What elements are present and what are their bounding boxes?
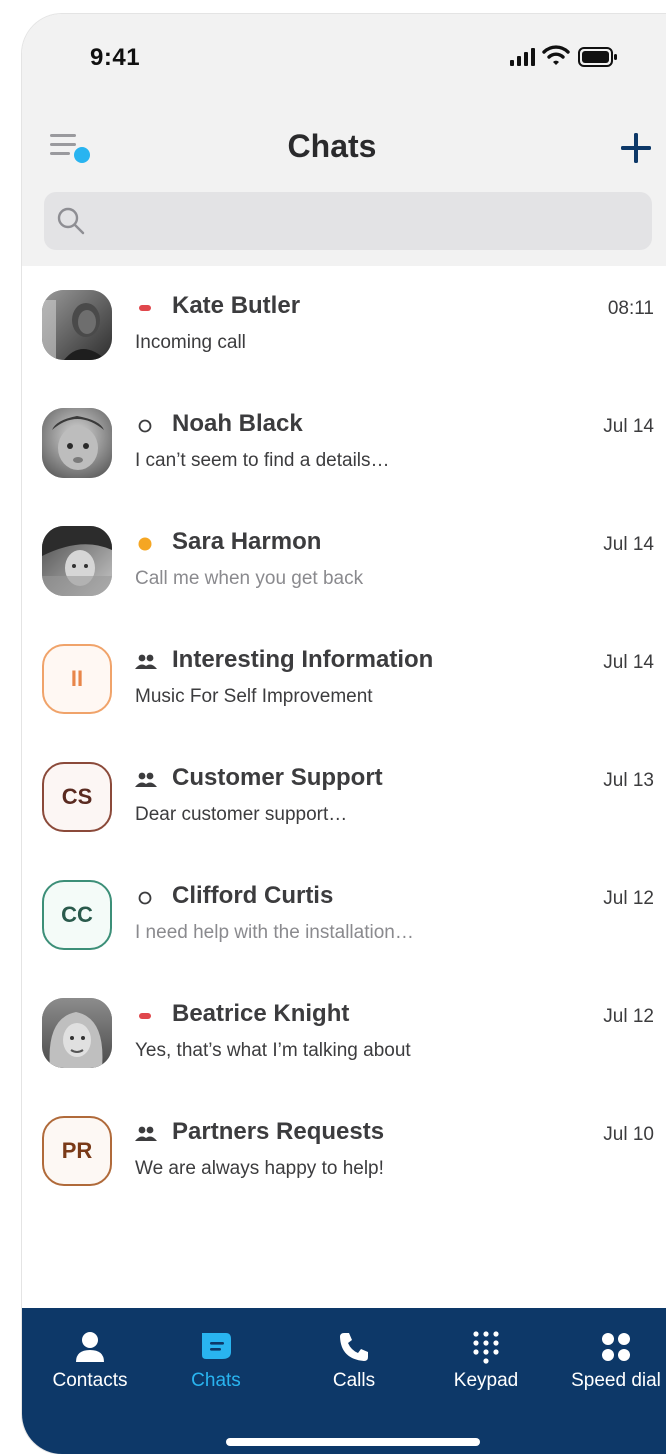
chat-time: Jul 14 xyxy=(603,416,654,437)
avatar xyxy=(42,408,112,478)
tab-bar: Contacts Chats Calls Keypad Speed dial xyxy=(22,1308,666,1454)
avatar: CS xyxy=(42,762,112,832)
chat-name: Kate Butler xyxy=(172,292,301,319)
offline-status-icon xyxy=(134,414,158,438)
offline-status-icon xyxy=(134,886,158,910)
tab-calls[interactable]: Calls xyxy=(294,1328,414,1392)
chat-row-customer-support[interactable]: CS Customer Support Dear customer suppor… xyxy=(22,738,666,856)
cellular-signal-icon xyxy=(510,48,535,66)
chat-row-sara-harmon[interactable]: Sara Harmon Call me when you get back Ju… xyxy=(22,502,666,620)
tab-label: Keypad xyxy=(453,1370,519,1391)
chat-time: Jul 14 xyxy=(603,652,654,673)
keypad-icon xyxy=(473,1331,499,1364)
chat-preview: Yes, that’s what I’m talking about xyxy=(135,1040,411,1061)
tab-label: Contacts xyxy=(52,1370,128,1391)
chat-name: Clifford Curtis xyxy=(172,882,334,909)
chat-time: Jul 12 xyxy=(603,888,654,909)
group-icon xyxy=(134,1122,158,1146)
chat-name: Partners Requests xyxy=(172,1118,385,1145)
group-icon xyxy=(134,768,158,792)
chat-preview: I can’t seem to find a details… xyxy=(135,450,390,471)
person-icon xyxy=(76,1332,104,1362)
chat-preview: I need help with the installation… xyxy=(135,922,414,943)
busy-status-icon xyxy=(134,296,158,320)
chat-name: Interesting Information xyxy=(172,646,434,673)
chat-preview: We are always happy to help! xyxy=(135,1158,384,1179)
avatar xyxy=(42,998,112,1068)
avatar xyxy=(42,526,112,596)
search-input[interactable] xyxy=(94,204,638,240)
tab-chats[interactable]: Chats xyxy=(156,1328,276,1392)
search-bar[interactable] xyxy=(44,192,652,250)
chat-row-clifford-curtis[interactable]: CC Clifford Curtis I need help with the … xyxy=(22,856,666,974)
chat-name: Noah Black xyxy=(172,410,303,437)
header-area: 9:41 Chats xyxy=(22,14,666,266)
chat-time: Jul 14 xyxy=(603,534,654,555)
chat-row-noah-black[interactable]: Noah Black I can’t seem to find a detail… xyxy=(22,384,666,502)
chat-time: Jul 13 xyxy=(603,770,654,791)
busy-status-icon xyxy=(134,1004,158,1028)
avatar: II xyxy=(42,644,112,714)
tab-label: Calls xyxy=(332,1370,376,1391)
chat-bubble-icon xyxy=(202,1333,231,1359)
phone-icon xyxy=(340,1333,368,1361)
page-title: Chats xyxy=(287,128,377,164)
chat-time: Jul 12 xyxy=(603,1006,654,1027)
chat-preview: Incoming call xyxy=(135,332,246,353)
chat-name: Sara Harmon xyxy=(172,528,322,555)
chat-row-partners-requests[interactable]: PR Partners Requests We are always happy… xyxy=(22,1092,666,1210)
chat-name: Customer Support xyxy=(172,764,383,791)
chat-preview: Call me when you get back xyxy=(135,568,364,589)
tab-label: Chats xyxy=(191,1370,241,1391)
speed-dial-icon xyxy=(602,1333,630,1361)
chat-row-kate-butler[interactable]: Kate Butler Incoming call 08:11 xyxy=(22,266,666,384)
chat-time: Jul 10 xyxy=(603,1124,654,1145)
avatar: CC xyxy=(42,880,112,950)
tab-contacts[interactable]: Contacts xyxy=(30,1328,150,1392)
tab-label: Speed dial xyxy=(571,1370,661,1391)
avatar xyxy=(42,290,112,360)
phone-screen: 9:41 Chats Kate Butler Incoming call 08:… xyxy=(22,14,666,1454)
chat-time: 08:11 xyxy=(607,298,654,319)
chat-preview: Music For Self Improvement xyxy=(135,686,373,707)
wifi-icon xyxy=(542,45,570,65)
group-icon xyxy=(134,650,158,674)
search-icon xyxy=(57,207,85,235)
chat-row-beatrice-knight[interactable]: Beatrice Knight Yes, that’s what I’m tal… xyxy=(22,974,666,1092)
status-icons xyxy=(510,44,630,68)
avatar: PR xyxy=(42,1116,112,1186)
status-time: 9:41 xyxy=(90,44,141,71)
away-status-icon xyxy=(134,532,158,556)
chat-name: Beatrice Knight xyxy=(172,1000,350,1027)
chat-row-interesting-information[interactable]: II Interesting Information Music For Sel… xyxy=(22,620,666,738)
chat-preview: Dear customer support… xyxy=(135,804,348,825)
tab-keypad[interactable]: Keypad xyxy=(426,1328,546,1392)
tab-speed-dial[interactable]: Speed dial xyxy=(556,1328,666,1392)
battery-icon xyxy=(578,47,617,67)
home-indicator[interactable] xyxy=(226,1438,480,1446)
new-chat-button[interactable] xyxy=(618,130,654,166)
